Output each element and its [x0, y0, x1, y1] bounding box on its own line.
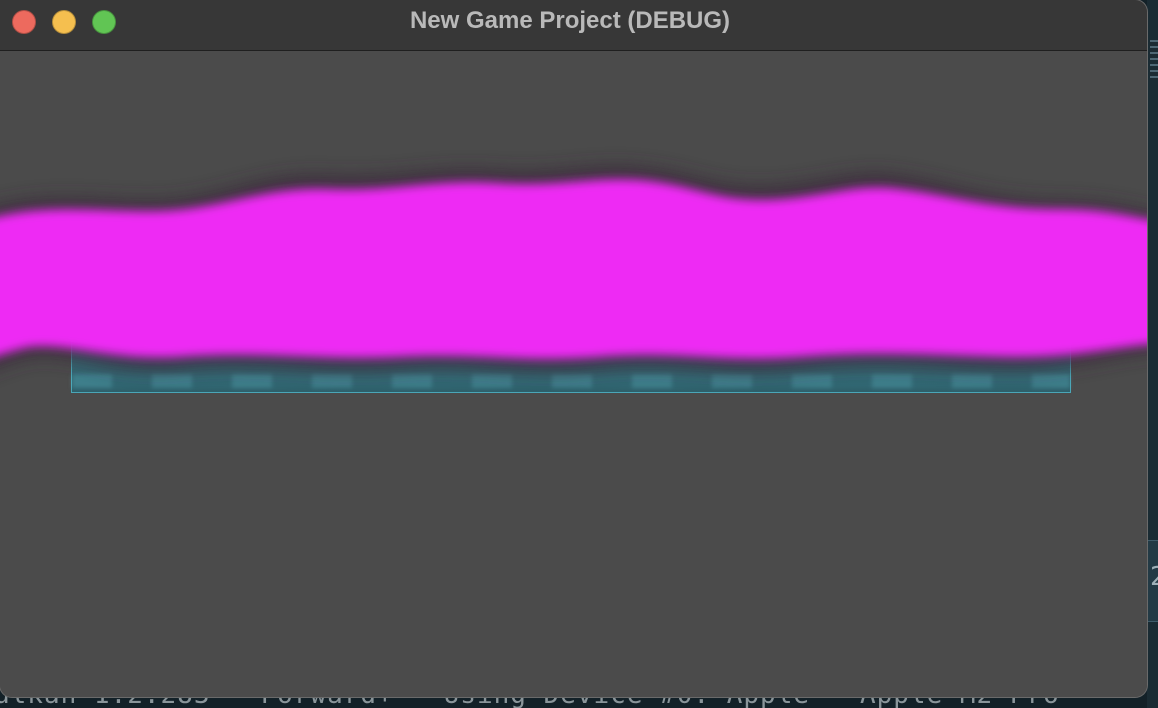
game-viewport[interactable]	[0, 51, 1147, 697]
desktop: ulkan 1.2.283 - Forward+ - Using Device …	[0, 0, 1158, 708]
background-editor-char: 2	[1150, 562, 1158, 592]
window-titlebar[interactable]: New Game Project (DEBUG)	[0, 0, 1147, 51]
particle-emitter	[0, 166, 1147, 372]
window-title: New Game Project (DEBUG)	[409, 7, 731, 34]
background-editor-minimap	[1150, 40, 1158, 80]
game-window: New Game Project (DEBUG)	[0, 0, 1147, 697]
